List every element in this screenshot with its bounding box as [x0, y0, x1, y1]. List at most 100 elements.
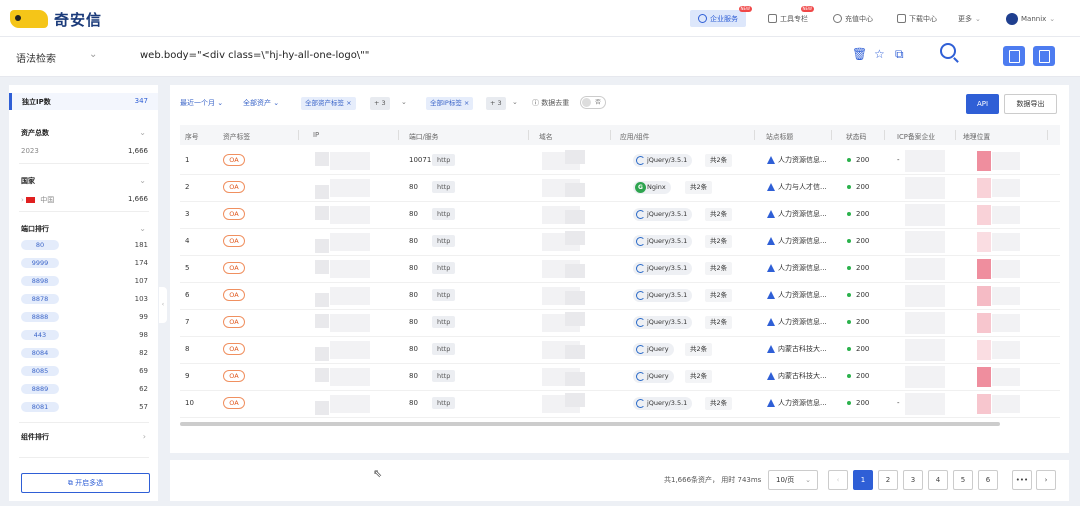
location-redacted[interactable] — [992, 233, 1020, 251]
component-chip[interactable]: jQuery — [633, 370, 674, 383]
port-value[interactable]: 80 — [409, 210, 418, 218]
location-redacted[interactable] — [992, 341, 1020, 359]
site-title[interactable]: 人力资源信息... — [767, 398, 827, 408]
port-value[interactable]: 80 — [409, 318, 418, 326]
service-badge[interactable]: http — [432, 154, 456, 166]
component-chip[interactable]: jQuery/3.5.1 — [633, 208, 693, 221]
component-more-button[interactable]: 共2条 — [685, 343, 713, 356]
nav-download-center[interactable]: 下载中心 — [897, 10, 937, 27]
time-filter[interactable]: 最近一个月 ⌄ — [180, 98, 223, 108]
asset-tag-badge[interactable]: OA — [223, 181, 245, 193]
component-chip[interactable]: jQuery/3.5.1 — [633, 154, 693, 167]
ip-redacted[interactable] — [330, 314, 370, 332]
page-size-select[interactable]: 10/页 ⌄ — [768, 470, 818, 490]
port-pill[interactable]: 80 — [21, 240, 59, 250]
component-more-button[interactable]: 共2条 — [705, 316, 733, 329]
asset-tag-badge[interactable]: OA — [223, 154, 245, 166]
page-button[interactable]: 6 — [978, 470, 998, 490]
port-pill[interactable]: 8889 — [21, 384, 59, 394]
nav-more[interactable]: 更多 ⌄ — [958, 10, 981, 27]
ip-tag-extra[interactable]: + 3 — [486, 97, 506, 110]
nav-enterprise-service[interactable]: 企业服务 NEW — [690, 6, 752, 27]
ip-redacted[interactable] — [330, 152, 370, 170]
port-pill[interactable]: 8081 — [21, 402, 59, 412]
asset-tag-badge[interactable]: OA — [223, 316, 245, 328]
service-badge[interactable]: http — [432, 181, 456, 193]
chevron-down-icon[interactable]: ⌄ — [512, 98, 518, 106]
ip-redacted[interactable] — [330, 260, 370, 278]
logo[interactable]: 奇安信 — [10, 8, 102, 30]
port-value[interactable]: 80 — [409, 291, 418, 299]
table-row[interactable]: 3 OA 80 http jQuery/3.5.1 共2条 人力资源信息... 200 — [180, 202, 1060, 229]
port-value[interactable]: 80 — [409, 372, 418, 380]
page-button[interactable]: 5 — [953, 470, 973, 490]
table-row[interactable]: 10 OA 80 http jQuery/3.5.1 共2条 人力资源信息... 200 - — [180, 391, 1060, 418]
asset-tag-badge[interactable]: OA — [223, 397, 245, 409]
location-redacted[interactable] — [992, 314, 1020, 332]
component-more-button[interactable]: 共2条 — [705, 289, 733, 302]
site-title[interactable]: 人力资源信息... — [767, 263, 827, 273]
port-pill[interactable]: 9999 — [21, 258, 59, 268]
port-pill[interactable]: 8898 — [21, 276, 59, 286]
location-redacted[interactable] — [992, 179, 1020, 197]
close-icon[interactable]: × — [464, 99, 469, 107]
port-value[interactable]: 80 — [409, 237, 418, 245]
component-more-button[interactable]: 共2条 — [685, 370, 713, 383]
component-chip[interactable]: jQuery/3.5.1 — [633, 262, 693, 275]
table-row[interactable]: 9 OA 80 http jQuery 共2条 内蒙古科技大... 200 — [180, 364, 1060, 391]
service-badge[interactable]: http — [432, 262, 456, 274]
enable-multi-select-button[interactable]: ⧉ 开启多选 — [21, 473, 150, 493]
site-title[interactable]: 人力与人才信... — [767, 182, 827, 192]
star-icon[interactable]: ☆ — [874, 47, 885, 61]
location-redacted[interactable] — [992, 152, 1020, 170]
chevron-down-icon[interactable]: ⌄ — [401, 98, 407, 106]
port-pill[interactable]: 8878 — [21, 294, 59, 304]
service-badge[interactable]: http — [432, 370, 456, 382]
port-value[interactable]: 10071 — [409, 156, 431, 164]
syntax-search-select[interactable]: 语法检索 — [16, 50, 56, 65]
location-redacted[interactable] — [992, 206, 1020, 224]
component-more-button[interactable]: 共2条 — [705, 154, 733, 167]
sidebar-item-unique-ip[interactable]: 独立IP数 347 — [9, 93, 158, 110]
site-title[interactable]: 内蒙古科技大... — [767, 371, 827, 381]
port-pill[interactable]: 443 — [21, 330, 59, 340]
asset-tag-badge[interactable]: OA — [223, 262, 245, 274]
asset-tag-badge[interactable]: OA — [223, 343, 245, 355]
ip-redacted[interactable] — [330, 395, 370, 413]
asset-tag-badge[interactable]: OA — [223, 289, 245, 301]
component-chip[interactable]: jQuery/3.5.1 — [633, 316, 693, 329]
table-row[interactable]: 6 OA 80 http jQuery/3.5.1 共2条 人力资源信息... 200 — [180, 283, 1060, 310]
table-row[interactable]: 4 OA 80 http jQuery/3.5.1 共2条 人力资源信息... 200 — [180, 229, 1060, 256]
service-badge[interactable]: http — [432, 208, 456, 220]
component-more-button[interactable]: 共2条 — [705, 235, 733, 248]
port-pill[interactable]: 8084 — [21, 348, 59, 358]
site-title[interactable]: 人力资源信息... — [767, 290, 827, 300]
page-button[interactable]: 1 — [853, 470, 873, 490]
table-row[interactable]: 7 OA 80 http jQuery/3.5.1 共2条 人力资源信息... 200 — [180, 310, 1060, 337]
port-pill[interactable]: 8888 — [21, 312, 59, 322]
trash-icon[interactable]: 🗑 — [852, 47, 867, 61]
component-chip[interactable]: jQuery — [633, 343, 674, 356]
ip-redacted[interactable] — [330, 206, 370, 224]
location-redacted[interactable] — [992, 260, 1020, 278]
search-input[interactable]: web.body="<div class=\"hj-hy-all-one-log… — [140, 50, 369, 61]
component-chip[interactable]: jQuery/3.5.1 — [633, 235, 693, 248]
component-more-button[interactable]: 共2条 — [705, 397, 733, 410]
page-button[interactable]: 4 — [928, 470, 948, 490]
nav-tools[interactable]: 工具专栏 NEW — [768, 6, 814, 27]
component-more-button[interactable]: 共2条 — [685, 181, 713, 194]
nav-charge-center[interactable]: 充值中心 — [833, 10, 873, 27]
service-badge[interactable]: http — [432, 316, 456, 328]
component-chip[interactable]: G Nginx — [633, 181, 671, 194]
component-more-button[interactable]: 共2条 — [705, 262, 733, 275]
asset-tag-badge[interactable]: OA — [223, 235, 245, 247]
asset-tag-badge[interactable]: OA — [223, 208, 245, 220]
port-pill[interactable]: 8085 — [21, 366, 59, 376]
ip-redacted[interactable] — [330, 287, 370, 305]
dedupe-toggle[interactable]: 否 — [580, 96, 606, 109]
ip-tag-filter[interactable]: 全部IP标签 × — [426, 97, 474, 110]
asset-scope-filter[interactable]: 全部资产 ⌄ — [243, 98, 279, 108]
port-value[interactable]: 80 — [409, 183, 418, 191]
location-redacted[interactable] — [992, 395, 1020, 413]
service-badge[interactable]: http — [432, 235, 456, 247]
